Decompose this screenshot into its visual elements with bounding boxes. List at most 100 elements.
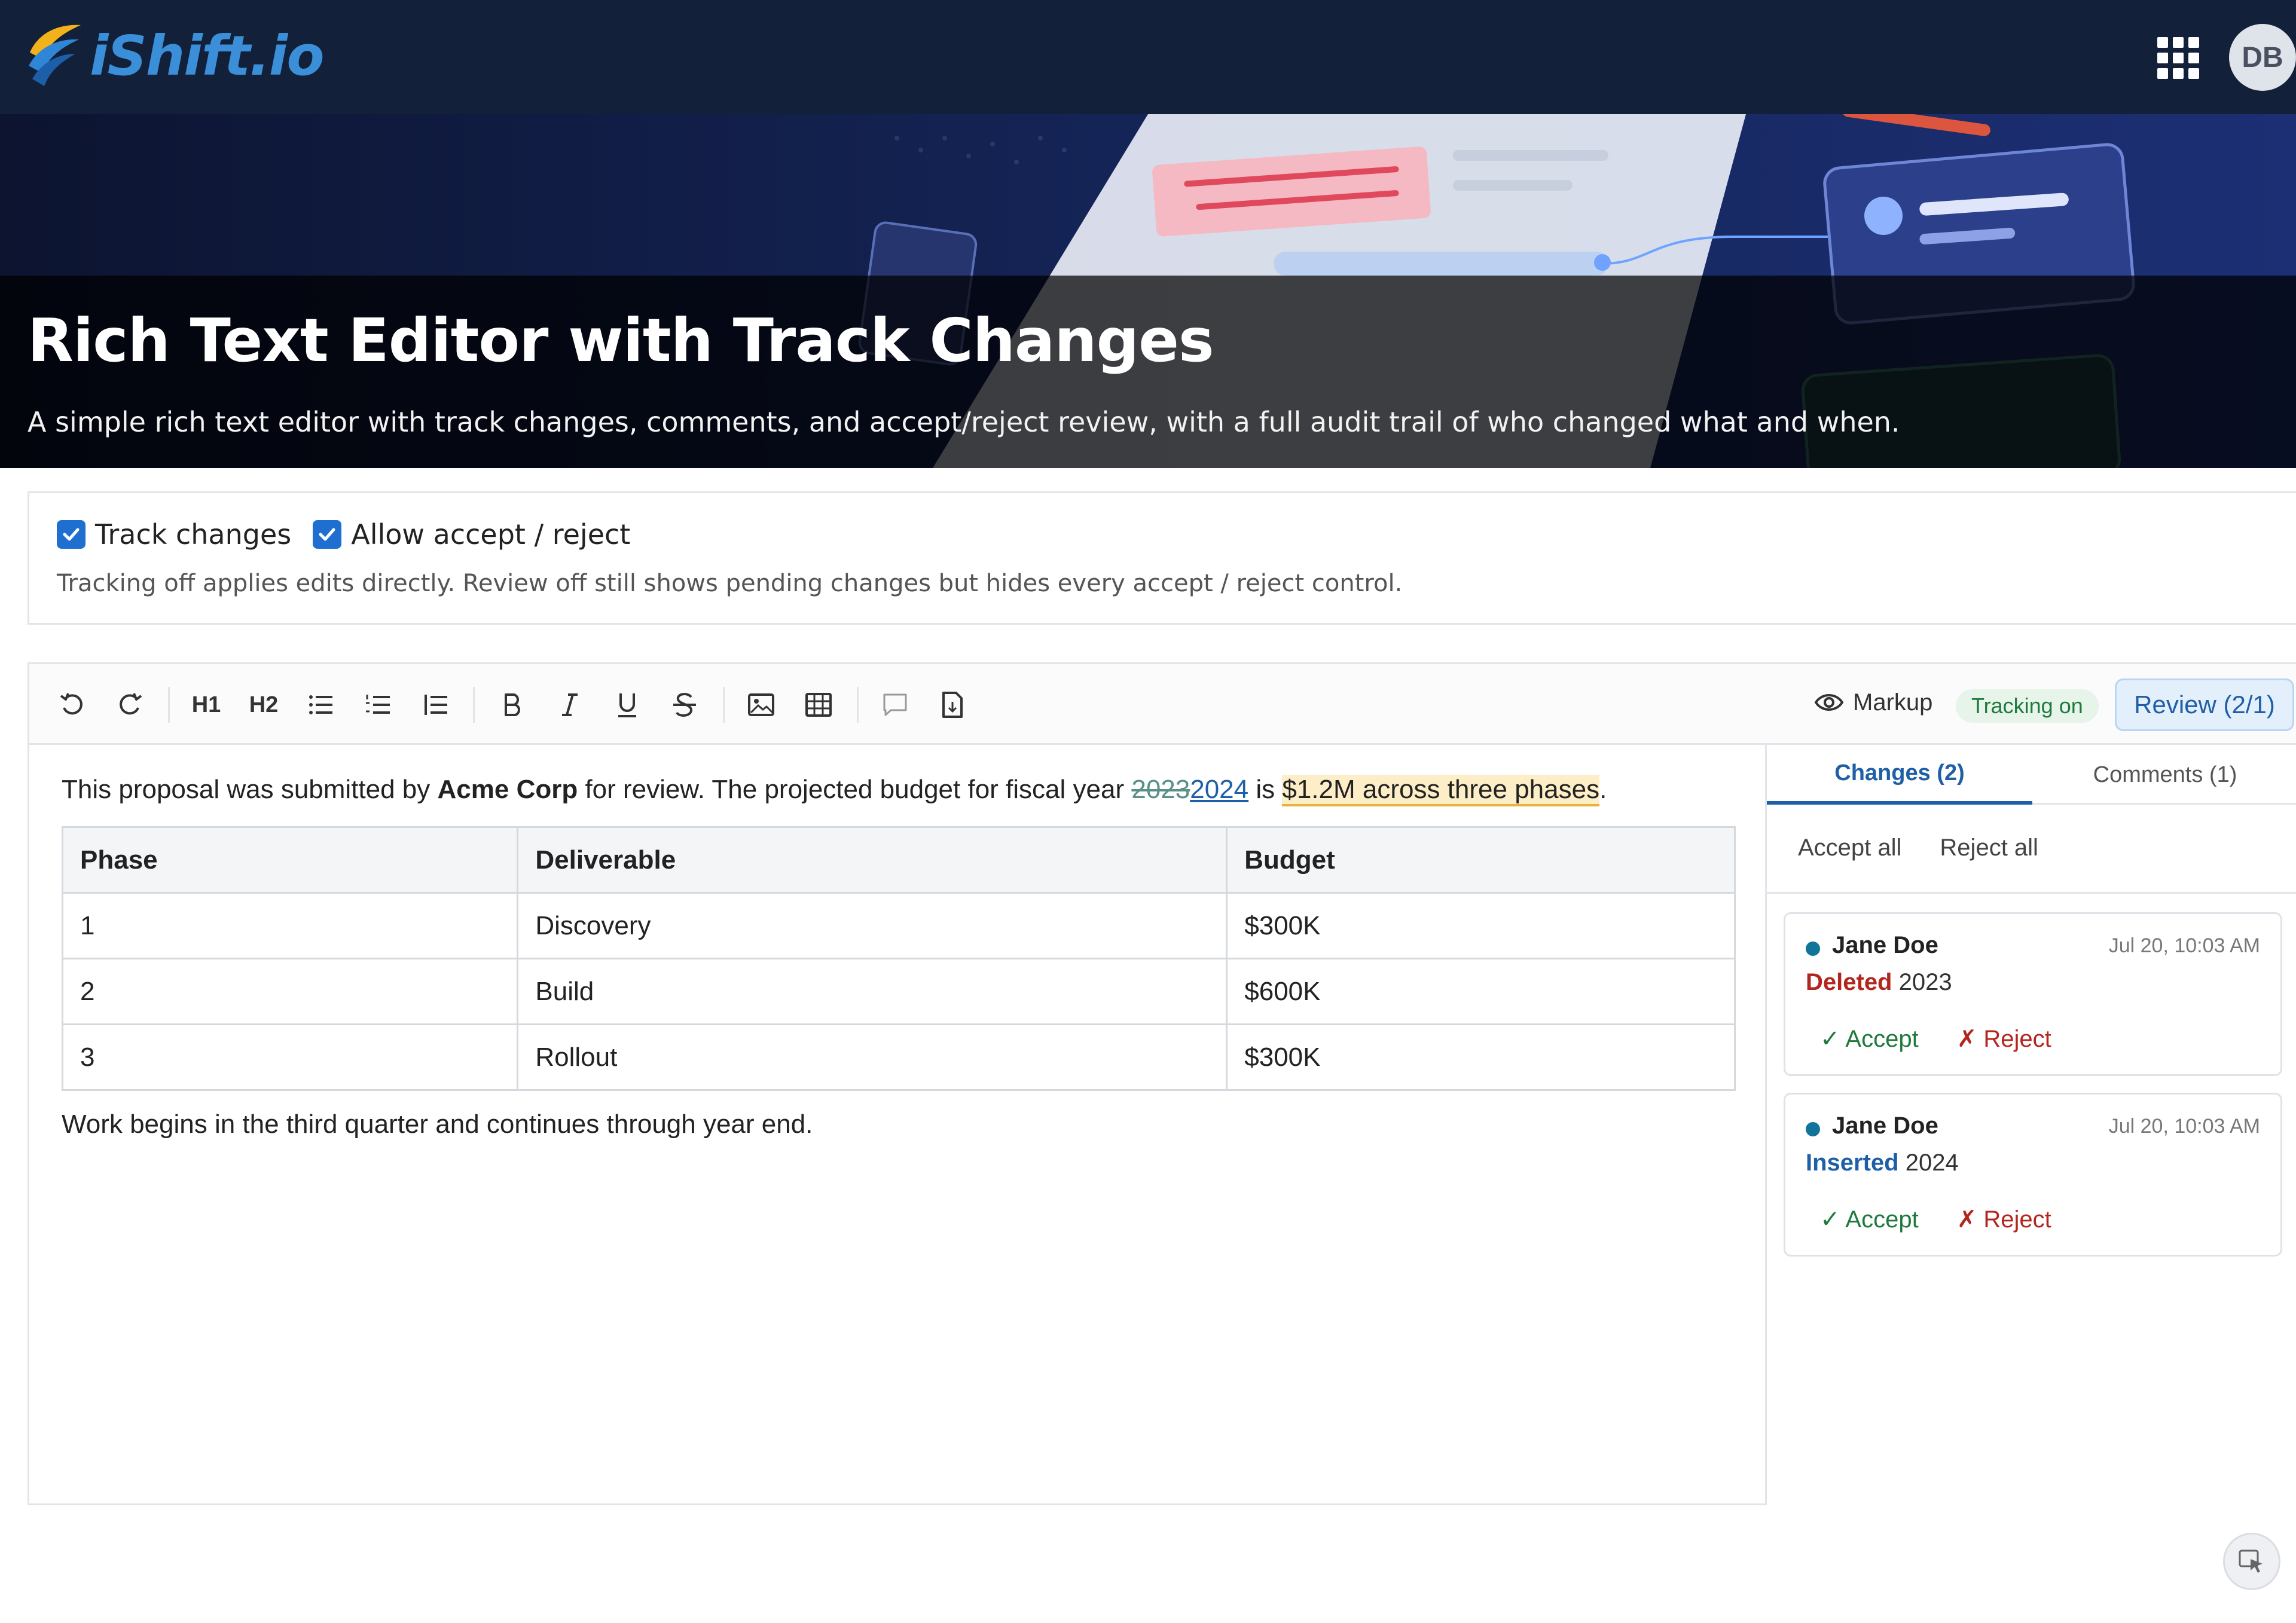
change-author: Jane Doe [1832, 932, 1938, 958]
editor: H1 H2 Markup Tracking on Review (2/1) Th… [28, 662, 2296, 1505]
brand-logo[interactable]: iShift.io [24, 17, 325, 94]
element-picker-button[interactable] [2223, 1533, 2280, 1590]
tracked-deletion[interactable]: 2023 [1131, 775, 1190, 804]
italic-button[interactable] [551, 686, 589, 724]
accept-all-button[interactable]: Accept all [1798, 835, 1901, 861]
allow-review-checkbox[interactable] [313, 520, 342, 549]
text-segment: This proposal was submitted by [62, 775, 438, 804]
change-kind: Inserted [1806, 1150, 1899, 1176]
text-segment: is [1248, 775, 1283, 804]
cursor-select-icon [2239, 1549, 2263, 1573]
table-cell[interactable]: Build [517, 958, 1228, 1025]
heading-2-label: H2 [249, 692, 279, 717]
blockquote-button[interactable] [417, 686, 455, 724]
change-timestamp: Jul 20, 10:03 AM [2108, 934, 2260, 957]
budget-table: Phase Deliverable Budget 1 Discovery $30… [61, 826, 1736, 1091]
table-cell[interactable]: Rollout [517, 1023, 1228, 1091]
track-changes-checkbox[interactable] [57, 520, 86, 549]
table-row: 2 Build $600K [61, 958, 1736, 1025]
insert-table-button[interactable] [799, 686, 838, 724]
allow-review-label[interactable]: Allow accept / reject [351, 518, 630, 551]
accept-button[interactable]: ✓ Accept [1820, 1206, 1919, 1233]
table-cell[interactable]: 1 [61, 892, 519, 959]
page-subtitle: A simple rich text editor with track cha… [28, 406, 1900, 438]
toolbar-divider [857, 687, 859, 723]
toolbar-divider [473, 687, 475, 723]
undo-button[interactable] [53, 686, 91, 724]
redo-icon [120, 693, 142, 715]
table-cell[interactable]: 2 [61, 958, 519, 1025]
underline-button[interactable] [608, 686, 646, 724]
review-panel: Changes (2) Comments (1) Accept all Rejec… [1767, 745, 2296, 1505]
user-avatar[interactable]: DB [2229, 24, 2296, 91]
redo-button[interactable] [111, 686, 149, 724]
comment-icon [883, 693, 907, 716]
document-icon [942, 692, 963, 718]
italic-icon [562, 693, 578, 716]
table-cell[interactable]: $300K [1226, 1023, 1736, 1091]
change-text: 2023 [1898, 969, 1952, 995]
table-header: Phase [61, 826, 519, 894]
review-button[interactable]: Review (2/1) [2115, 678, 2294, 731]
strikethrough-button[interactable] [665, 686, 704, 724]
change-kind: Deleted [1806, 969, 1892, 995]
change-text: 2024 [1905, 1150, 1959, 1176]
brand-name: iShift.io [90, 23, 325, 88]
paragraph-intro: This proposal was submitted by Acme Corp… [62, 775, 1607, 806]
tab-comments[interactable]: Comments (1) [2032, 745, 2296, 805]
add-comment-button[interactable] [876, 686, 914, 724]
markup-toggle[interactable]: Markup [1813, 687, 1932, 718]
bullet-list-button[interactable] [302, 686, 340, 724]
table-cell[interactable]: Discovery [517, 892, 1228, 959]
table-cell[interactable]: 3 [61, 1023, 519, 1091]
bold-text: Acme Corp [437, 775, 578, 804]
change-actions: ✓ Accept ✗ Reject [1820, 1206, 2051, 1233]
hero-banner: Rich Text Editor with Track Changes A si… [0, 114, 2296, 468]
brand-swoosh-icon [29, 25, 81, 86]
reject-button[interactable]: ✗ Reject [1957, 1206, 2051, 1233]
change-timestamp: Jul 20, 10:03 AM [2108, 1115, 2260, 1138]
numbered-list-icon [366, 695, 390, 714]
commented-text[interactable]: $1.2M across three phases [1282, 775, 1600, 806]
top-bar: iShift.io DB [0, 0, 2296, 114]
bold-icon [505, 693, 520, 716]
image-icon [748, 693, 774, 716]
numbered-list-button[interactable] [359, 686, 398, 724]
document-body[interactable]: This proposal was submitted by Acme Corp… [29, 745, 1767, 1505]
table-cell[interactable]: $600K [1226, 958, 1736, 1025]
author-color-dot [1806, 942, 1820, 956]
tracked-insertion[interactable]: 2024 [1190, 775, 1248, 804]
bold-button[interactable] [493, 686, 532, 724]
toolbar-divider [723, 687, 725, 723]
reject-button[interactable]: ✗ Reject [1957, 1026, 2051, 1052]
change-card[interactable]: Jane Doe Jul 20, 10:03 AM Inserted 2024 … [1784, 1093, 2282, 1257]
export-document-button[interactable] [933, 686, 972, 724]
tab-changes[interactable]: Changes (2) [1767, 745, 2032, 805]
checkmark-icon [319, 528, 335, 541]
undo-icon [60, 693, 83, 715]
table-icon [805, 693, 832, 717]
heading-2-button[interactable]: H2 [245, 686, 283, 724]
toolbar-divider [168, 687, 170, 723]
table-header-row: Phase Deliverable Budget [61, 826, 1736, 894]
change-description: Inserted 2024 [1806, 1150, 1959, 1176]
change-card[interactable]: Jane Doe Jul 20, 10:03 AM Deleted 2023 ✓… [1784, 912, 2282, 1076]
underline-icon [618, 693, 636, 717]
strikethrough-icon [673, 693, 696, 717]
table-cell[interactable]: $300K [1226, 892, 1736, 959]
text-segment: for review. The projected budget for fis… [578, 775, 1132, 804]
accept-button[interactable]: ✓ Accept [1820, 1026, 1919, 1052]
options-row: Track changes Allow accept / reject [57, 518, 652, 551]
insert-image-button[interactable] [742, 686, 780, 724]
change-author: Jane Doe [1832, 1112, 1938, 1139]
divider [1767, 892, 2296, 894]
bullet-list-icon [309, 695, 332, 714]
paragraph-closing: Work begins in the third quarter and con… [62, 1109, 813, 1139]
reject-all-button[interactable]: Reject all [1940, 835, 2038, 861]
heading-1-button[interactable]: H1 [187, 686, 225, 724]
editor-toolbar: H1 H2 Markup Tracking on Review (2/1) [29, 664, 2296, 745]
table-header: Budget [1226, 826, 1736, 894]
apps-grid-icon[interactable] [2157, 37, 2199, 79]
change-description: Deleted 2023 [1806, 969, 1952, 996]
track-changes-label[interactable]: Track changes [95, 518, 291, 551]
